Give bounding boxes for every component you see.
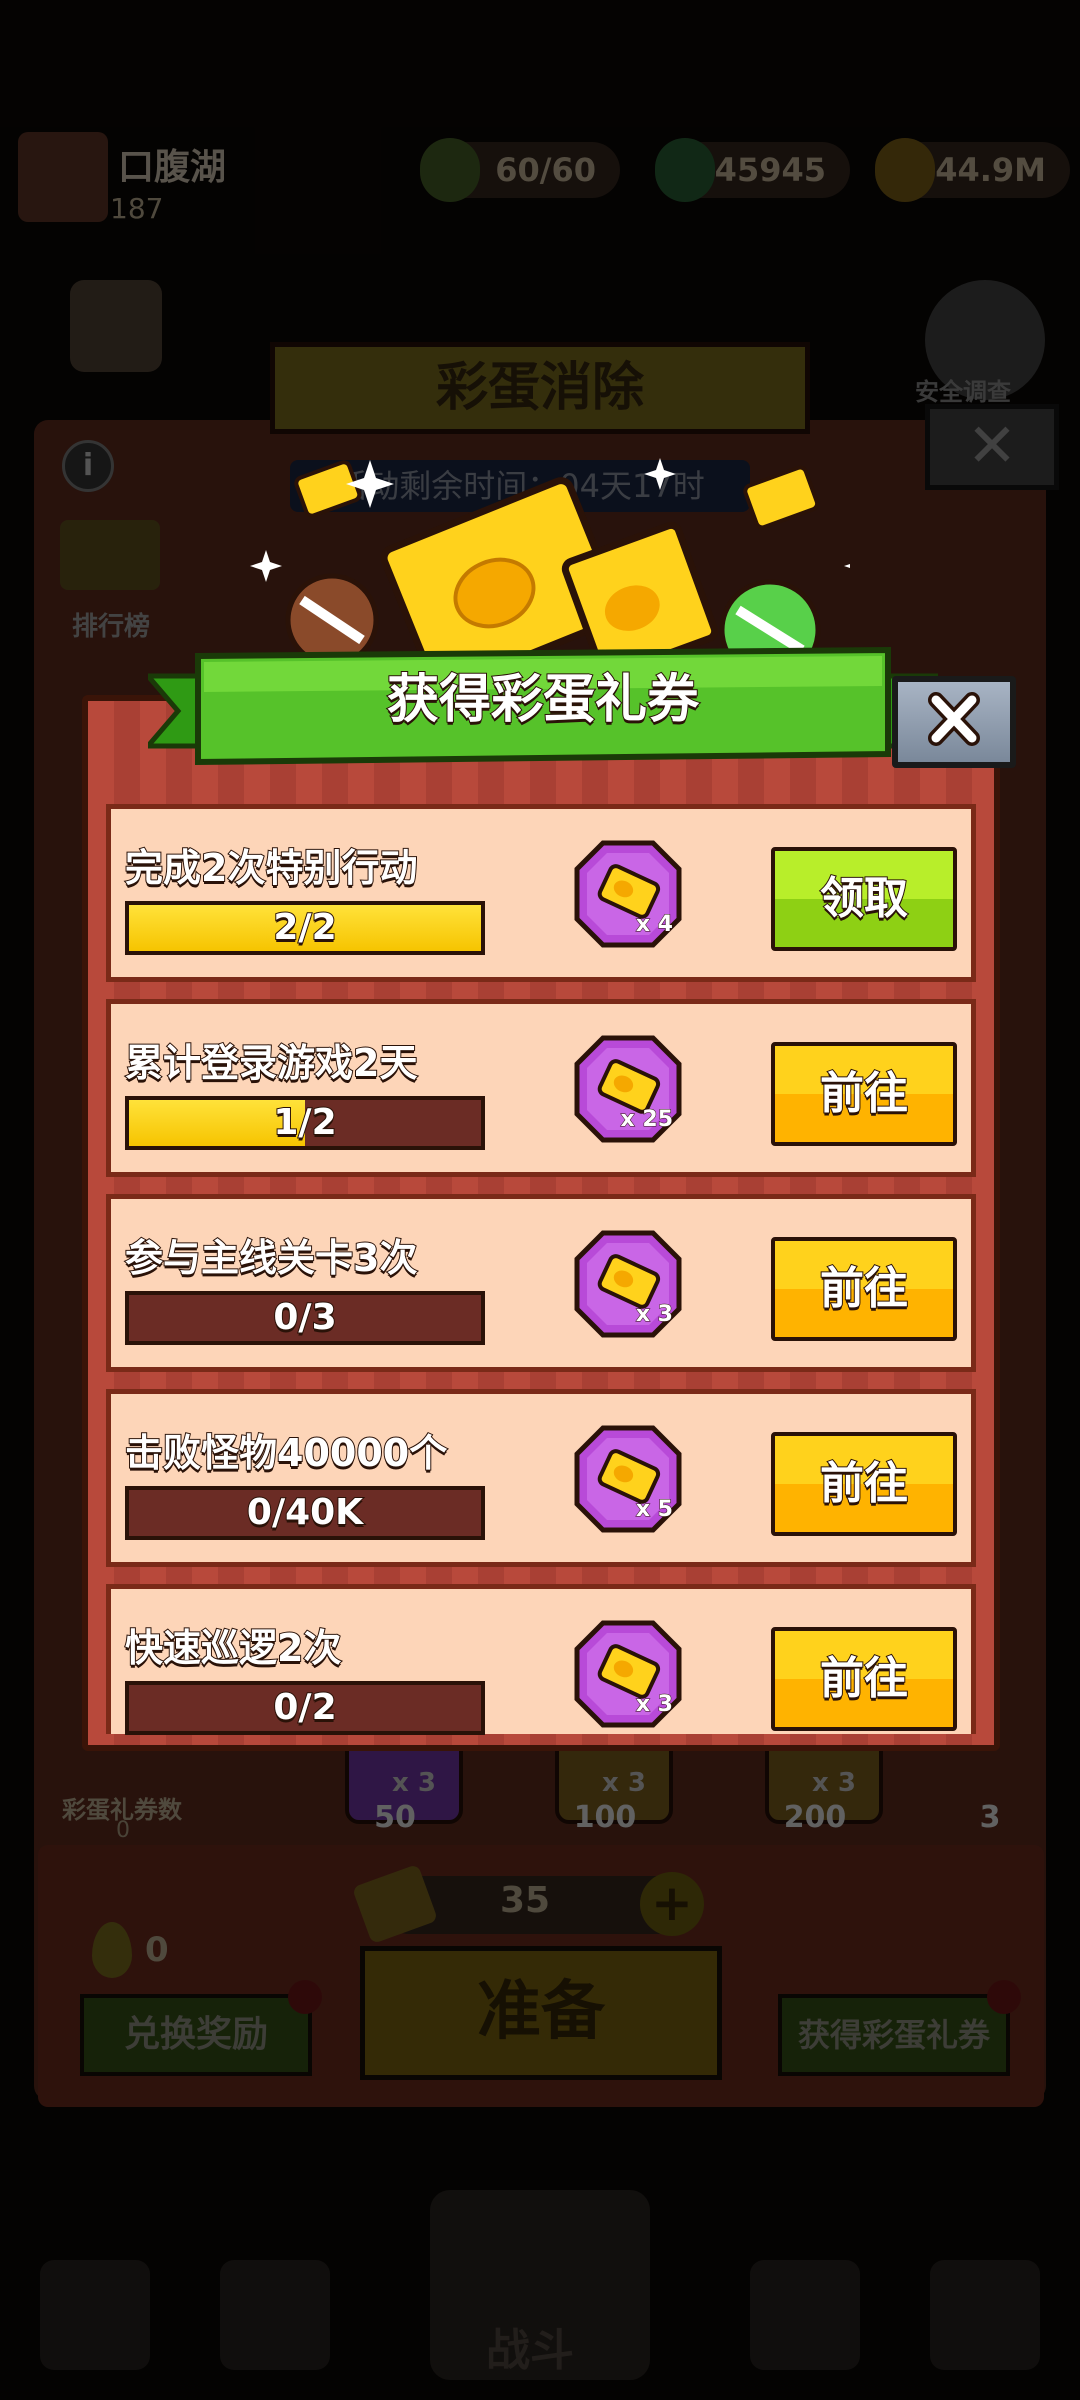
task-progress-bar: 1/2 <box>125 1096 485 1150</box>
task-row: 累计登录游戏2天 1/2 x 25 前往 <box>106 999 976 1177</box>
alert-badge <box>987 1980 1021 2014</box>
task-reward[interactable]: x 3 <box>573 1229 683 1339</box>
player-power: 187 <box>110 192 164 225</box>
close-x-icon <box>928 692 980 746</box>
task-progress-text: 2/2 <box>272 906 337 949</box>
nav-battle-label: 战斗 <box>486 2325 574 2376</box>
task-progress-bar: 0/40K <box>125 1486 485 1540</box>
task-reward[interactable]: x 4 <box>573 839 683 949</box>
task-title: 击败怪物40000个 <box>124 1430 448 1476</box>
menu-icon[interactable] <box>70 280 162 372</box>
task-reward-qty: x 4 <box>635 912 673 938</box>
gem-icon <box>655 138 715 202</box>
task-title: 完成2次特别行动 <box>124 845 418 891</box>
task-action-button[interactable]: 前往 <box>771 1627 957 1731</box>
task-action-button[interactable]: 前往 <box>771 1237 957 1341</box>
task-progress-text: 0/2 <box>272 1686 337 1729</box>
modal-title: 获得彩蛋礼券 <box>386 669 700 731</box>
task-reward-qty: x 3 <box>635 1302 673 1328</box>
task-row: 参与主线关卡3次 0/3 x 3 前往 <box>106 1194 976 1372</box>
task-progress-text: 1/2 <box>272 1101 337 1144</box>
energy-icon <box>420 138 480 202</box>
task-progress-bar: 0/2 <box>125 1681 485 1735</box>
task-progress-text: 0/40K <box>246 1491 364 1534</box>
task-reward[interactable]: x 3 <box>573 1619 683 1729</box>
get-tickets-button[interactable]: 获得彩蛋礼券 <box>778 1994 1010 2076</box>
egg-count: 0 <box>145 1930 169 1970</box>
task-reward-qty: x 25 <box>620 1107 673 1133</box>
event-title-banner: 彩蛋消除 <box>270 342 810 434</box>
task-reward-qty: x 5 <box>635 1497 673 1523</box>
milestone-value: 200 <box>783 1800 847 1835</box>
leaderboard-icon[interactable] <box>60 520 160 590</box>
player-name: 口腹湖 <box>118 147 227 188</box>
nav-shop-icon[interactable] <box>40 2260 150 2370</box>
gold-icon <box>875 138 935 202</box>
task-progress-bar: 0/3 <box>125 1291 485 1345</box>
task-title: 快速巡逻2次 <box>124 1625 342 1671</box>
gem-value: 45945 <box>714 151 826 189</box>
task-row: 完成2次特别行动 2/2 x 4 领取 <box>106 804 976 982</box>
ticket-balance-value: 35 <box>500 1880 551 1921</box>
task-row: 快速巡逻2次 0/2 x 3 前往 <box>106 1584 976 1735</box>
milestone-value: 50 <box>374 1800 416 1835</box>
task-progress-bar: 2/2 <box>125 901 485 955</box>
milestone-qty: x 3 <box>602 1768 646 1798</box>
safety-label: 安全调查 <box>915 378 1011 406</box>
ready-button[interactable]: 准备 <box>360 1946 722 2080</box>
task-action-button[interactable]: 前往 <box>771 1042 957 1146</box>
close-button[interactable] <box>892 676 1016 768</box>
milestone-value: 100 <box>573 1800 637 1835</box>
nav-hero-icon[interactable] <box>220 2260 330 2370</box>
task-reward[interactable]: x 25 <box>573 1034 683 1144</box>
ticket-count-value: 0 <box>116 1818 130 1843</box>
energy-value: 60/60 <box>495 151 596 189</box>
milestone-value: 3 <box>979 1800 1001 1835</box>
milestone-qty: x 3 <box>812 1768 856 1798</box>
task-row: 击败怪物40000个 0/40K x 5 前往 <box>106 1389 976 1567</box>
task-progress-text: 0/3 <box>272 1296 337 1339</box>
add-ticket-icon[interactable]: + <box>640 1872 704 1936</box>
task-reward[interactable]: x 5 <box>573 1424 683 1534</box>
milestone-qty: x 3 <box>392 1768 436 1798</box>
player-avatar[interactable] <box>18 132 108 222</box>
task-action-button[interactable]: 领取 <box>771 847 957 951</box>
leaderboard-label: 排行榜 <box>72 612 151 642</box>
info-icon[interactable]: i <box>62 440 114 492</box>
nav-guild-icon[interactable] <box>750 2260 860 2370</box>
task-title: 累计登录游戏2天 <box>124 1040 418 1086</box>
task-action-button[interactable]: 前往 <box>771 1432 957 1536</box>
board-close-icon[interactable]: ✕ <box>925 404 1059 490</box>
task-modal: 完成2次特别行动 2/2 x 4 领取 累计登录游戏2天 1/2 x 25 前往… <box>82 695 1000 1751</box>
task-title: 参与主线关卡3次 <box>124 1235 418 1281</box>
exchange-button[interactable]: 兑换奖励 <box>80 1994 312 2076</box>
task-reward-qty: x 3 <box>635 1692 673 1718</box>
nav-more-icon[interactable] <box>930 2260 1040 2370</box>
alert-badge <box>288 1980 322 2014</box>
